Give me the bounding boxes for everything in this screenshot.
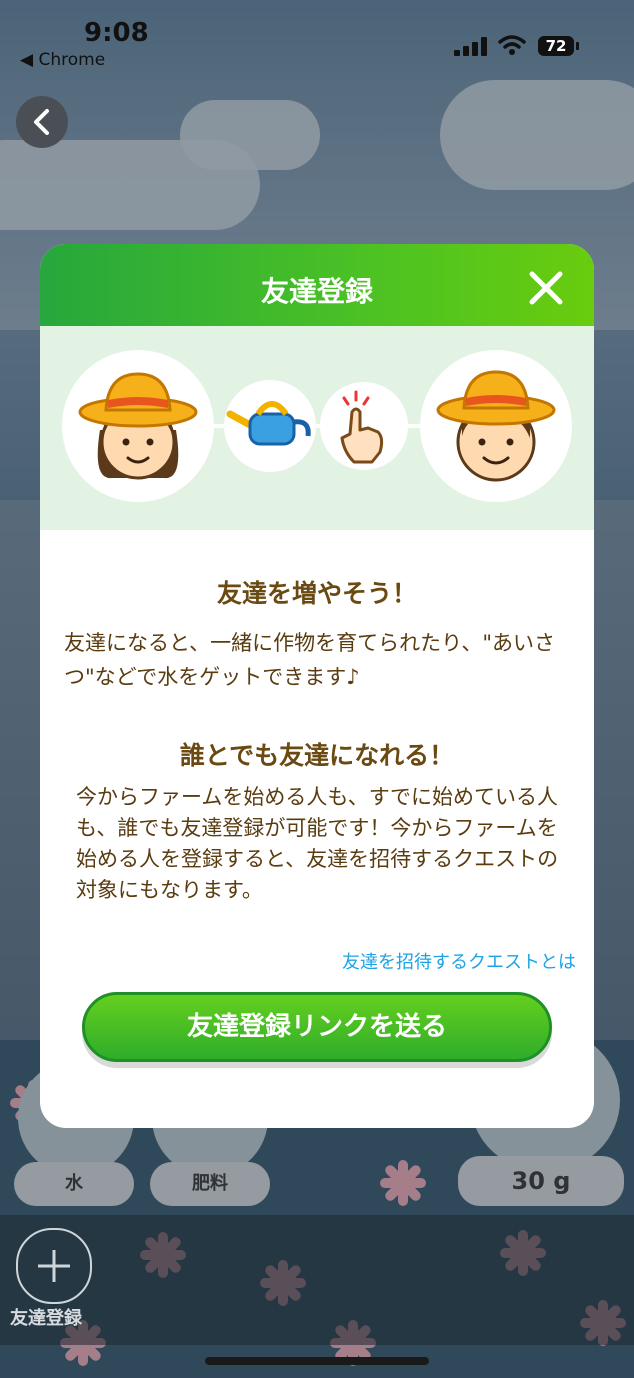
farmer-girl-icon: [78, 372, 198, 480]
dialog-header: 友達登録: [40, 244, 594, 326]
add-friend-button[interactable]: [16, 1228, 92, 1304]
tap-hand-icon: [340, 390, 384, 464]
wifi-icon: [498, 35, 526, 55]
section-heading: 誰とでも友達になれる！: [179, 741, 455, 770]
friend-registration-dialog: 友達登録 友達を増やそう！ 友達になると、一緒に作物を育てられたり、"あいさつ"…: [40, 244, 594, 1128]
plus-icon: [38, 1250, 70, 1282]
battery-indicator: 72: [538, 36, 579, 56]
status-time: 9:08: [84, 18, 149, 48]
back-button[interactable]: [16, 96, 68, 148]
home-indicator[interactable]: [205, 1357, 429, 1365]
back-to-chrome-link[interactable]: ◀ Chrome: [20, 50, 105, 70]
tap-hand-bubble: [320, 382, 408, 470]
farmer-girl-bubble: [62, 350, 214, 502]
add-friend-label: 友達登録: [10, 1308, 82, 1329]
status-bar: 9:08 ◀ Chrome 72: [0, 0, 634, 80]
cellular-signal-icon: [454, 36, 488, 56]
section-description: 友達になると、一緒に作物を育てられたり、"あいさつ"などで水をゲットできます♪: [64, 631, 555, 689]
invite-quest-link[interactable]: 友達を招待するクエストとは: [342, 948, 576, 974]
send-friend-link-button[interactable]: 友達登録リンクを送る: [82, 992, 552, 1062]
section-description: 今からファームを始める人も、すでに始めている人も、誰でも友達登録が可能です！今か…: [76, 785, 559, 902]
close-icon[interactable]: [524, 266, 568, 310]
bottom-bar: [0, 1215, 634, 1345]
back-chevron-icon: [34, 109, 49, 135]
farmer-boy-bubble: [420, 350, 572, 502]
friend-illustration: [40, 326, 594, 530]
section-heading: 友達を増やそう！: [216, 579, 417, 608]
watering-can-icon: [226, 401, 311, 446]
farmer-boy-icon: [436, 370, 556, 482]
watering-can-bubble: [224, 380, 316, 472]
